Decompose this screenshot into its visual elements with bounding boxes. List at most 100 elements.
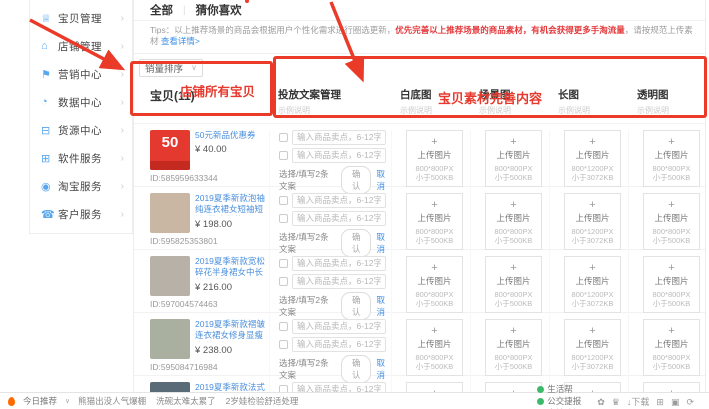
sidebar-item-data-center[interactable]: ◔ 数据中心 › xyxy=(30,88,132,116)
copy-input[interactable] xyxy=(292,148,386,163)
tab-guess-wrap[interactable]: 猜你喜欢 xyxy=(196,1,242,19)
copy-checkbox[interactable] xyxy=(279,133,288,142)
upload-spec: 800*800PX xyxy=(644,290,699,299)
copy-input[interactable] xyxy=(292,256,386,271)
upload-limit: 小于500KB xyxy=(486,362,541,371)
col-transparent-sub[interactable]: 示例说明 xyxy=(637,105,705,116)
sort-select[interactable]: 销量排序 ∨ xyxy=(139,59,203,77)
copy-input[interactable] xyxy=(292,211,386,226)
upload-limit: 小于500KB xyxy=(407,362,462,371)
upload-image-button[interactable]: + 上传图片 800*1200PX 小于3072KB xyxy=(564,193,621,250)
product-title-link[interactable]: 2019夏季新款宽松碎花半身裙女中长款荷叶边白 xyxy=(195,256,269,279)
plus-icon: + xyxy=(407,200,462,211)
upload-limit: 小于500KB xyxy=(486,173,541,182)
sidebar-item-software-service[interactable]: ⊞ 软件服务 › xyxy=(30,144,132,172)
upload-limit: 小于3072KB xyxy=(565,236,620,245)
confirm-button[interactable]: 确认 xyxy=(341,292,372,320)
confirm-button[interactable]: 确认 xyxy=(341,229,372,257)
cancel-button[interactable]: 取消 xyxy=(376,168,391,192)
tips-detail-link[interactable]: 查看详情> xyxy=(161,36,200,46)
upload-image-button[interactable]: + 上传图片 800*800PX 小于500KB xyxy=(406,319,463,376)
copy-checkbox[interactable] xyxy=(279,322,288,331)
confirm-button[interactable]: 确认 xyxy=(341,355,372,383)
health-app[interactable]: 生活帮 xyxy=(537,383,581,395)
copy-checkbox[interactable] xyxy=(279,277,288,286)
sidebar-item-shop-management[interactable]: ⌂ 店铺管理 › xyxy=(30,32,132,60)
hot-search-item[interactable]: 2岁娃检验舒适处理 xyxy=(226,396,299,406)
taobao-service-icon: ◉ xyxy=(41,180,58,193)
product-thumbnail[interactable] xyxy=(150,193,190,233)
tab-guess[interactable]: 猜你喜欢 xyxy=(196,5,242,17)
upload-limit: 小于500KB xyxy=(407,236,462,245)
copy-checkbox[interactable] xyxy=(279,196,288,205)
upload-image-button[interactable]: + 上传图片 800*800PX 小于500KB xyxy=(643,256,700,313)
upload-image-button[interactable]: + 上传图片 800*800PX 小于500KB xyxy=(485,193,542,250)
chevron-down-icon[interactable]: ∨ xyxy=(65,397,70,405)
upload-image-button[interactable]: + 上传图片 800*800PX 小于500KB xyxy=(643,319,700,376)
confirm-button[interactable]: 确认 xyxy=(341,166,372,194)
upload-image-button[interactable]: + 上传图片 800*800PX 小于500KB xyxy=(643,130,700,187)
vip-icon[interactable]: ♛ xyxy=(612,397,620,407)
col-scene-sub[interactable]: 示例说明 xyxy=(479,105,549,116)
refresh-icon[interactable]: ⟳ xyxy=(686,397,694,407)
transit-app[interactable]: 公交捷报 xyxy=(537,395,581,407)
copy-input[interactable] xyxy=(292,193,386,208)
copy-input[interactable] xyxy=(292,274,386,289)
window-icon[interactable]: ▣ xyxy=(671,397,680,407)
cancel-button[interactable]: 取消 xyxy=(376,231,391,255)
hot-search-item[interactable]: 洗碗太难太累了 xyxy=(156,396,216,406)
apps-icon[interactable]: ⊞ xyxy=(656,397,664,407)
download-icon[interactable]: ↓下载 xyxy=(627,397,650,407)
cancel-button[interactable]: 取消 xyxy=(376,357,391,381)
col-copy-sub[interactable]: 示例说明 xyxy=(278,105,391,116)
upload-image-button[interactable]: + 上传图片 800*800PX 小于500KB xyxy=(406,193,463,250)
product-thumbnail[interactable]: 50 xyxy=(150,130,190,170)
product-title-link[interactable]: 2019夏季新款泡袖纯连衣裙女短袖短裤T恤中长款 xyxy=(195,193,269,216)
plus-icon: + xyxy=(407,326,462,337)
cancel-button[interactable]: 取消 xyxy=(376,294,391,318)
copy-checkbox[interactable] xyxy=(279,340,288,349)
product-title-link[interactable]: 50元新品优惠券 xyxy=(195,130,255,141)
sidebar-item-treasure-management[interactable]: ♕ 宝贝管理 › xyxy=(30,4,132,32)
copy-checkbox[interactable] xyxy=(279,151,288,160)
col-long-sub[interactable]: 示例说明 xyxy=(558,105,628,116)
chevron-right-icon: › xyxy=(121,41,124,52)
upload-label: 上传图片 xyxy=(565,212,620,224)
col-long: 长图 示例说明 xyxy=(549,87,628,123)
upload-image-button[interactable]: + 上传图片 800*800PX 小于500KB xyxy=(406,256,463,313)
tab-all[interactable]: 全部 xyxy=(150,2,173,18)
sidebar-item-customer-service[interactable]: ☎ 客户服务 › xyxy=(30,200,132,228)
copy-input[interactable] xyxy=(292,130,386,145)
plus-icon: + xyxy=(644,263,699,274)
col-whitebg-sub[interactable]: 示例说明 xyxy=(400,105,470,116)
copy-input[interactable] xyxy=(292,337,386,352)
sort-label: 销量排序 xyxy=(145,61,183,75)
supply-center-icon: ⊟ xyxy=(41,124,58,137)
upload-image-button[interactable]: + 上传图片 800*800PX 小于500KB xyxy=(485,130,542,187)
hot-search-item[interactable]: 熊猫出没人气爆棚 xyxy=(78,396,146,406)
sidebar-item-marketing-center[interactable]: ⚑ 营销中心 › xyxy=(30,60,132,88)
copy-input[interactable] xyxy=(292,319,386,334)
upload-image-button[interactable]: + 上传图片 800*1200PX 小于3072KB xyxy=(564,130,621,187)
data-center-icon: ◔ xyxy=(41,96,58,108)
upload-image-button[interactable]: + 上传图片 800*1200PX 小于3072KB xyxy=(564,319,621,376)
hot-label[interactable]: 今日推荐 xyxy=(23,395,57,407)
skin-icon[interactable]: ✿ xyxy=(597,397,605,407)
product-title-link[interactable]: 2019夏季新款褶皱连衣裙女修身显瘦小众网红 xyxy=(195,319,269,342)
upload-image-button[interactable]: + 上传图片 800*800PX 小于500KB xyxy=(485,256,542,313)
bottom-bar: 今日推荐 ∨ 熊猫出没人气爆棚洗碗太难太累了2岁娃检验舒适处理 生活帮公交捷报本… xyxy=(0,392,709,409)
product-cell: 2019夏季新款褶皱连衣裙女修身显瘦小众网红 ¥ 238.00 ID:59508… xyxy=(134,319,269,383)
sidebar-item-label: 宝贝管理 xyxy=(58,11,121,26)
sidebar-item-supply-center[interactable]: ⊟ 货源中心 › xyxy=(30,116,132,144)
copy-checkbox[interactable] xyxy=(279,259,288,268)
upload-image-button[interactable]: + 上传图片 800*800PX 小于500KB xyxy=(406,130,463,187)
upload-image-button[interactable]: + 上传图片 800*800PX 小于500KB xyxy=(643,193,700,250)
copy-checkbox[interactable] xyxy=(279,214,288,223)
product-thumbnail[interactable] xyxy=(150,256,190,296)
software-service-icon: ⊞ xyxy=(41,152,58,165)
sidebar-item-taobao-service[interactable]: ◉ 淘宝服务 › xyxy=(30,172,132,200)
upload-image-button[interactable]: + 上传图片 800*1200PX 小于3072KB xyxy=(564,256,621,313)
upload-image-button[interactable]: + 上传图片 800*800PX 小于500KB xyxy=(485,319,542,376)
product-thumbnail[interactable] xyxy=(150,319,190,359)
upload-limit: 小于3072KB xyxy=(565,173,620,182)
